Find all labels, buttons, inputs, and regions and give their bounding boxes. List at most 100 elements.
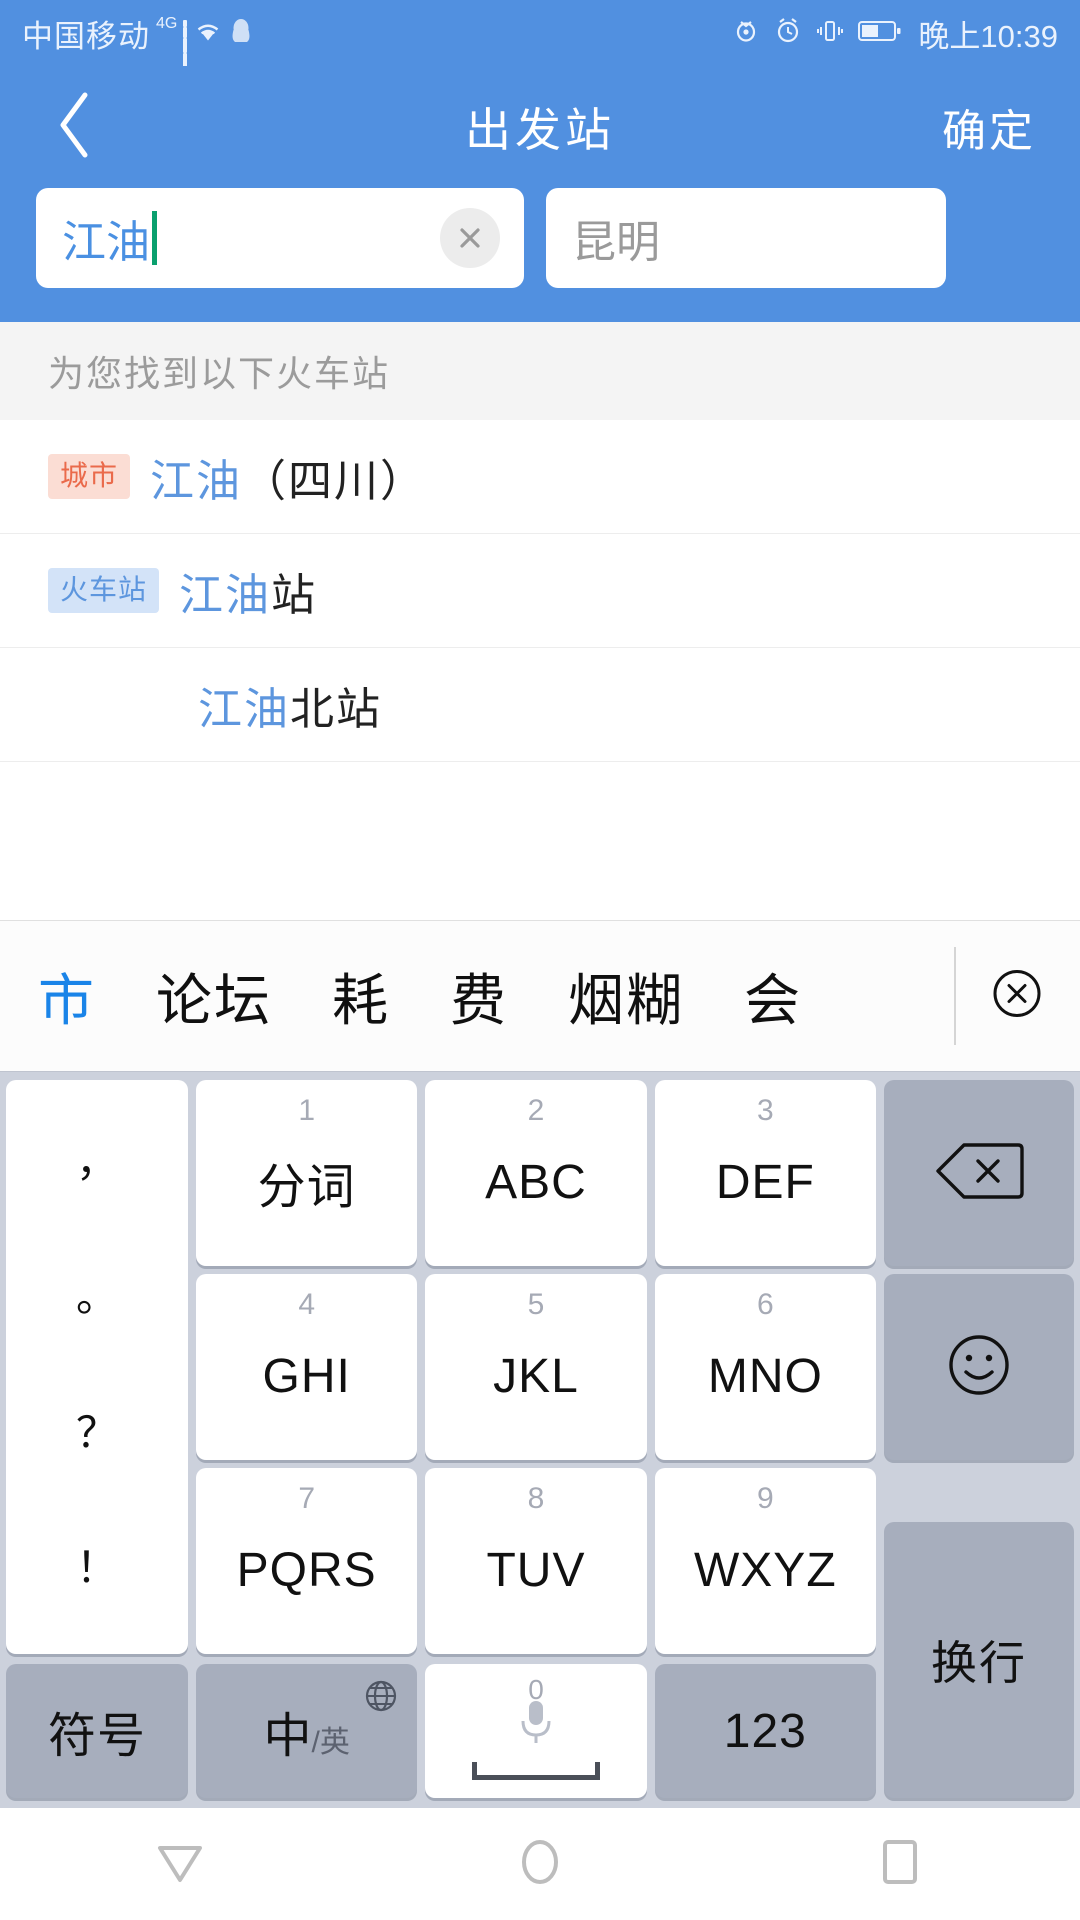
triangle-back-icon: [154, 1838, 206, 1891]
candidate-item[interactable]: 论坛: [156, 956, 272, 1037]
key-number: 5: [527, 1288, 545, 1321]
badge-station: 火车站: [48, 568, 160, 613]
search-row: 江油 昆明: [0, 188, 1080, 322]
numeric-key[interactable]: 123: [654, 1664, 876, 1798]
wifi-icon: [193, 19, 223, 48]
departure-input-text: 江油: [62, 206, 157, 270]
emoji-key[interactable]: [884, 1274, 1074, 1460]
key-label: WXYZ: [693, 1543, 837, 1597]
departure-input[interactable]: 江油: [36, 188, 524, 288]
clear-departure-button[interactable]: [440, 208, 500, 268]
punct-exclaim[interactable]: ！: [76, 1547, 118, 1589]
android-recents-button[interactable]: [840, 1837, 960, 1892]
key-1[interactable]: 1 分词: [196, 1080, 418, 1266]
close-circle-icon: [988, 970, 1046, 1027]
result-row-station[interactable]: 火车站 江油站: [0, 534, 1080, 648]
results-panel: 为您找到以下火车站 城市 江油（四川） 火车站 江油站 江油北站: [0, 322, 1080, 920]
key-8[interactable]: 8 TUV: [425, 1468, 647, 1654]
spacebar-shape-icon: [471, 1761, 600, 1780]
candidate-close-button[interactable]: [988, 965, 1046, 1028]
badge-city: 城市: [48, 454, 131, 499]
result-label-station: 江油站: [179, 559, 317, 623]
key-number: 7: [298, 1482, 315, 1515]
text-caret: [152, 211, 157, 265]
key-7[interactable]: 7 PQRS: [196, 1468, 418, 1654]
language-switch-label: 中/英: [263, 1696, 349, 1766]
key-4[interactable]: 4 GHI: [196, 1274, 418, 1460]
candidate-item[interactable]: 会: [744, 956, 802, 1037]
space-key[interactable]: 0: [425, 1664, 647, 1798]
key-number: 6: [756, 1288, 774, 1321]
back-button[interactable]: [0, 89, 150, 166]
result-rest: 站: [271, 570, 318, 620]
signal-bars-icon: [183, 20, 188, 96]
key-9[interactable]: 9 WXYZ: [654, 1468, 876, 1654]
android-nav-bar: [0, 1808, 1080, 1920]
key-number: 8: [527, 1482, 545, 1515]
candidate-item[interactable]: 市: [38, 956, 96, 1037]
punct-question[interactable]: ？: [76, 1411, 118, 1454]
language-primary: 中: [263, 1710, 312, 1763]
status-bar: 中国移动 4G 晚上10:39: [0, 0, 1080, 96]
keypad: 1 分词 2 ABC 3 DEF 4 GHI 5 JKL 6 MNO 7 PQR…: [196, 1080, 876, 1654]
symbols-key-label: 符号: [47, 1710, 146, 1763]
key-label: GHI: [262, 1349, 351, 1403]
android-home-button[interactable]: [480, 1836, 600, 1893]
candidate-item[interactable]: 费: [450, 956, 508, 1037]
key-6[interactable]: 6 MNO: [654, 1274, 876, 1460]
result-row-city[interactable]: 城市 江油（四川）: [0, 420, 1080, 534]
candidate-item[interactable]: 耗: [332, 956, 390, 1037]
square-recents-icon: [877, 1837, 923, 1892]
arrival-input[interactable]: 昆明: [546, 188, 946, 288]
punctuation-column: ， 。 ？ ！: [6, 1080, 188, 1654]
key-label: DEF: [715, 1155, 815, 1209]
result-label-city: 江油（四川）: [150, 445, 426, 509]
backspace-key[interactable]: [884, 1080, 1074, 1266]
results-header: 为您找到以下火车站: [0, 322, 1080, 420]
backspace-icon: [934, 1139, 1024, 1208]
qq-icon: [229, 17, 253, 50]
language-secondary: /英: [311, 1726, 350, 1759]
departure-input-value: 江油: [62, 218, 150, 267]
key-number: 2: [527, 1094, 545, 1127]
key-label: JKL: [493, 1349, 579, 1403]
carrier-label: 中国移动: [22, 18, 150, 54]
circle-home-icon: [516, 1836, 564, 1893]
android-back-button[interactable]: [120, 1838, 240, 1891]
enter-key[interactable]: 换行: [884, 1522, 1074, 1798]
confirm-button[interactable]: 确定: [942, 95, 1036, 159]
key-5[interactable]: 5 JKL: [425, 1274, 647, 1460]
result-highlight: 江油: [198, 684, 290, 734]
page-title: 出发站: [465, 104, 615, 156]
globe-icon: [361, 1676, 401, 1721]
result-rest: （四川）: [242, 456, 427, 506]
candidate-bar: 市 论坛 耗 费 烟糊 会: [0, 920, 1080, 1072]
key-3[interactable]: 3 DEF: [654, 1080, 876, 1266]
symbols-key[interactable]: 符号: [6, 1664, 188, 1798]
candidate-divider: [954, 947, 956, 1045]
status-bar-left: 中国移动 4G: [22, 11, 253, 96]
punct-period[interactable]: 。: [76, 1276, 118, 1318]
result-label-station-north: 江油北站: [198, 673, 382, 737]
status-bar-right: 晚上10:39: [731, 11, 1058, 56]
key-2[interactable]: 2 ABC: [425, 1080, 647, 1266]
result-rest: 北站: [290, 684, 382, 734]
key-number: 1: [298, 1094, 315, 1127]
space-key-number: 0: [528, 1674, 544, 1705]
network-type-label: 4G: [156, 15, 178, 32]
key-number: 3: [756, 1094, 774, 1127]
close-circle-icon: [452, 220, 488, 256]
nav-bar: 出发站 确定: [0, 66, 1080, 188]
result-row-station-north[interactable]: 江油北站: [0, 648, 1080, 762]
candidate-item[interactable]: 烟糊: [568, 956, 684, 1037]
chevron-left-icon: [53, 89, 97, 166]
numeric-key-label: 123: [723, 1704, 807, 1758]
language-switch-key[interactable]: 中/英: [196, 1664, 418, 1798]
clock-label: 晚上10:39: [918, 18, 1058, 54]
punct-comma[interactable]: ，: [76, 1140, 118, 1183]
key-label: 分词: [257, 1161, 356, 1214]
keyboard-keys: ， 。 ？ ！ 1 分词 2 ABC 3 DEF 4 GHI 5 JKL 6 M…: [0, 1072, 1080, 1808]
eye-icon: [731, 18, 761, 49]
app-root: 中国移动 4G 晚上10:39 出发站 确定 江油 昆明 为您找到以下火车站 城…: [0, 0, 1080, 1920]
keyboard: 市 论坛 耗 费 烟糊 会 ， 。 ？ ！ 1 分词 2 ABC 3 DEF 4…: [0, 920, 1080, 1808]
